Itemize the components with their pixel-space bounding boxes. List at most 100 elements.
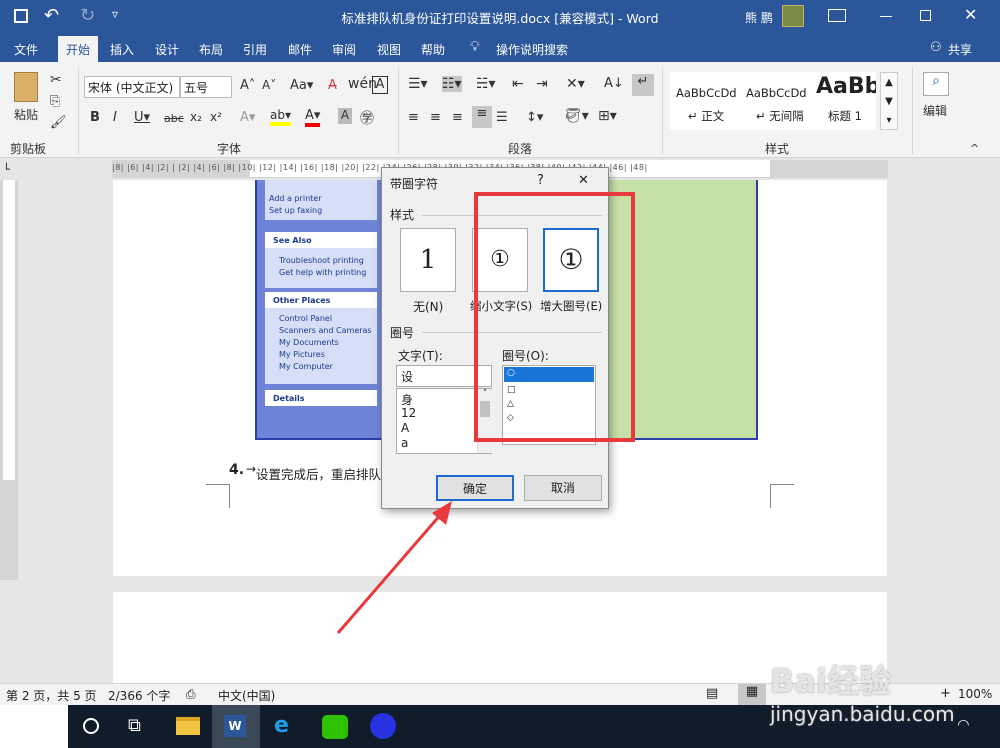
styles-scroll[interactable]: ▲ ▼ ▾ (880, 72, 898, 130)
word-taskbar-button[interactable]: W (212, 705, 260, 748)
multilevel-list-icon[interactable]: ☵▾ (476, 76, 496, 92)
tab-review[interactable]: 审阅 (332, 41, 356, 58)
show-marks-icon[interactable]: ↵ (632, 74, 654, 96)
align-right-icon[interactable]: ≡ (452, 110, 463, 125)
style-heading-1[interactable]: AaBb 标题 1 (812, 72, 876, 130)
ribbon-display-icon[interactable] (828, 9, 846, 22)
xp-section-header[interactable]: Other Places (265, 292, 377, 308)
tab-selector-icon[interactable]: └ (3, 163, 10, 176)
tab-design[interactable]: 设计 (155, 41, 179, 58)
minimize-icon[interactable] (880, 16, 892, 17)
strikethrough-icon[interactable]: abc (164, 112, 184, 125)
justify-icon[interactable]: ≡ (472, 106, 492, 128)
page-count[interactable]: 第 2 页，共 5 页 (6, 687, 97, 704)
enclose-characters-icon[interactable]: ㊫ (360, 108, 374, 128)
save-icon[interactable] (14, 9, 28, 23)
zoom-in-icon[interactable]: + (940, 686, 951, 701)
list-item[interactable]: A (401, 421, 409, 435)
font-name-select[interactable]: 宋体 (中文正文) (84, 76, 180, 98)
copy-icon[interactable]: ⎘ (50, 94, 60, 109)
avatar[interactable] (782, 5, 804, 27)
list-item[interactable]: a (401, 436, 408, 450)
zoom-level[interactable]: 100% (958, 687, 992, 701)
superscript-icon[interactable]: x² (210, 110, 222, 124)
shading-icon[interactable]: 🪣︎▾ (564, 108, 589, 124)
xp-link[interactable]: Set up faxing (269, 206, 322, 215)
character-border-icon[interactable]: A (372, 76, 388, 94)
numbering-icon[interactable]: ☷▾ (442, 76, 462, 92)
cancel-button[interactable]: 取消 (524, 475, 602, 501)
character-shading-icon[interactable]: A (338, 108, 352, 124)
user-name[interactable]: 熊 鹏 (745, 9, 773, 26)
italic-icon[interactable]: I (113, 110, 117, 125)
xp-link[interactable]: Control Panel (279, 314, 332, 323)
maximize-icon[interactable] (920, 10, 931, 21)
style-none-option[interactable]: 1 (400, 228, 456, 292)
wifi-icon[interactable]: ◜◝ (958, 717, 969, 733)
paste-icon[interactable] (14, 72, 38, 102)
share-button[interactable]: 共享 (948, 41, 972, 58)
shrink-font-icon[interactable]: A˅ (262, 78, 276, 92)
paste-button[interactable]: 粘贴 (14, 106, 38, 123)
cut-icon[interactable]: ✂ (50, 72, 62, 88)
tab-references[interactable]: 引用 (243, 41, 267, 58)
language[interactable]: 中文(中国) (218, 687, 275, 704)
task-view-icon[interactable]: ⧉ (128, 715, 141, 736)
xp-link[interactable]: My Computer (279, 362, 333, 371)
search-box[interactable] (0, 705, 68, 748)
decrease-indent-icon[interactable]: ⇤ (512, 76, 524, 92)
wechat-icon[interactable] (322, 715, 348, 739)
align-left-icon[interactable]: ≡ (408, 110, 419, 125)
redo-icon[interactable]: ↻ (80, 5, 95, 26)
bold-icon[interactable]: B (90, 110, 100, 125)
tab-file[interactable]: 文件 (14, 41, 38, 58)
borders-icon[interactable]: ⊞▾ (598, 108, 617, 124)
text-effects-icon[interactable]: A▾ (240, 110, 255, 125)
clear-formatting-icon[interactable]: A̶ (328, 78, 337, 93)
file-explorer-icon[interactable] (176, 717, 200, 735)
undo-icon[interactable]: ↶ (44, 5, 59, 26)
tab-layout[interactable]: 布局 (199, 41, 223, 58)
search-icon[interactable]: ⌕ (923, 72, 949, 96)
xp-link[interactable]: My Pictures (279, 350, 325, 359)
increase-indent-icon[interactable]: ⇥ (536, 76, 548, 92)
editing-button[interactable]: 编辑 (923, 102, 947, 119)
collapse-ribbon-icon[interactable]: ^ (970, 142, 979, 155)
tab-insert[interactable]: 插入 (110, 41, 134, 58)
sort-icon[interactable]: A↓ (604, 76, 624, 91)
baidu-icon[interactable] (370, 713, 396, 739)
help-icon[interactable]: ? (537, 173, 544, 188)
style-normal[interactable]: AaBbCcDd ↵ 正文 (670, 72, 742, 130)
tab-help[interactable]: 帮助 (421, 41, 445, 58)
vertical-ruler[interactable] (0, 180, 18, 580)
dialog-close-icon[interactable]: ✕ (578, 173, 589, 188)
proofing-icon[interactable]: ⎙ (186, 687, 196, 702)
word-count[interactable]: 2/366 个字 (108, 687, 170, 704)
list-item[interactable]: 12 (401, 406, 416, 420)
xp-link[interactable]: Troubleshoot printing (279, 256, 364, 265)
close-icon[interactable]: ✕ (964, 5, 977, 24)
customize-qat-icon[interactable]: ▿ (112, 7, 118, 21)
xp-link[interactable]: My Documents (279, 338, 339, 347)
xp-section-header[interactable]: Details (265, 390, 377, 406)
bullets-icon[interactable]: ☰▾ (408, 76, 428, 92)
font-color-icon[interactable]: A▾ (305, 108, 321, 127)
xp-section-header[interactable]: See Also (265, 232, 377, 248)
xp-link[interactable]: Get help with printing (279, 268, 366, 277)
tab-home[interactable]: 开始 (58, 36, 99, 62)
change-case-icon[interactable]: Aa▾ (290, 78, 313, 93)
cortana-icon[interactable] (83, 718, 99, 734)
highlight-icon[interactable]: ab▾ (270, 108, 291, 126)
distributed-icon[interactable]: ☰ (496, 110, 508, 125)
print-layout-icon[interactable]: ▦ (738, 684, 766, 705)
underline-icon[interactable]: U▾ (134, 110, 150, 125)
format-painter-icon[interactable]: 🖌︎ (50, 115, 67, 130)
grow-font-icon[interactable]: A˄ (240, 78, 255, 93)
xp-link[interactable]: Scanners and Cameras (279, 326, 372, 335)
tab-mailings[interactable]: 邮件 (288, 41, 312, 58)
line-spacing-icon[interactable]: ↕▾ (526, 110, 543, 125)
tell-me-search[interactable]: 操作说明搜索 (496, 41, 568, 58)
align-center-icon[interactable]: ≡ (430, 110, 441, 125)
chinese-layout-icon[interactable]: ✕▾ (566, 76, 585, 92)
edge-icon[interactable]: e (274, 713, 289, 738)
